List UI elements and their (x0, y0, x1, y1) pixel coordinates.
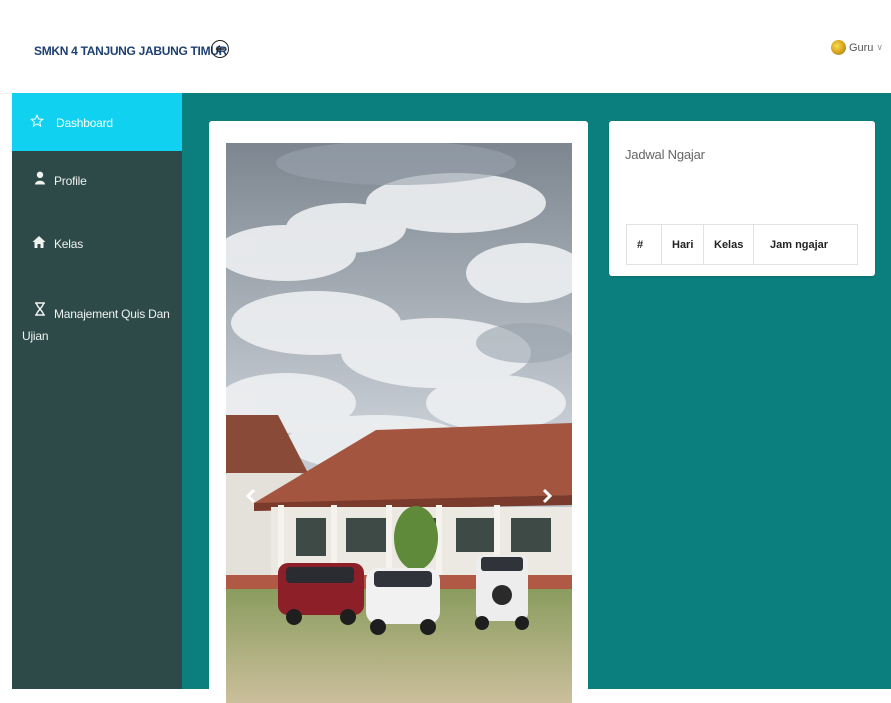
schedule-card: Jadwal Ngajar # Hari Kelas Jam ngajar (609, 121, 875, 276)
schedule-table: # Hari Kelas Jam ngajar (626, 224, 858, 265)
sidebar-item-label: Kelas (54, 237, 84, 251)
user-name: Guru (848, 41, 874, 54)
user-avatar (830, 40, 846, 55)
carousel-prev-button[interactable] (241, 484, 261, 508)
carousel-next-button[interactable] (537, 484, 557, 508)
chevron-right-icon (542, 488, 552, 504)
user-icon (33, 171, 47, 185)
school-carousel[interactable] (226, 143, 572, 703)
sidebar-item-kelas[interactable]: Kelas (12, 213, 182, 278)
sidebar-item-manajement-quis-dan-ujian[interactable]: Manajement Quis Dan Ujian (12, 278, 182, 348)
table-header-row: # Hari Kelas Jam ngajar (626, 224, 858, 265)
brand-title[interactable]: SMKN 4 TANJUNG JABUNG TIMUR (34, 44, 227, 58)
back-button[interactable] (211, 40, 229, 58)
star-icon (30, 114, 44, 128)
sidebar-item-label: Profile (54, 174, 87, 188)
user-menu[interactable]: Guru ∨ (830, 40, 883, 55)
column-header-number[interactable]: # (626, 224, 662, 265)
sidebar-item-profile[interactable]: Profile (12, 151, 182, 213)
home-icon (32, 235, 46, 249)
arrow-left-circle-icon (215, 45, 225, 53)
school-building-photo (226, 143, 572, 703)
top-navbar: SMKN 4 TANJUNG JABUNG TIMUR Guru ∨ (0, 0, 891, 94)
chevron-left-icon (246, 488, 256, 504)
photo-card (209, 121, 588, 703)
sidebar: Dashboard Profile Kelas Manajement Quis … (12, 93, 182, 689)
schedule-title: Jadwal Ngajar (625, 147, 705, 162)
sidebar-item-label: Manajement Quis Dan Ujian (22, 307, 170, 343)
column-header-jam-ngajar[interactable]: Jam ngajar (753, 224, 858, 265)
sidebar-item-label: Dashboard (56, 116, 113, 130)
main-content: Jadwal Ngajar # Hari Kelas Jam ngajar (182, 93, 891, 703)
column-header-kelas[interactable]: Kelas (703, 224, 754, 265)
chevron-down-icon: ∨ (876, 42, 883, 52)
sidebar-item-dashboard[interactable]: Dashboard (12, 93, 182, 151)
column-header-hari[interactable]: Hari (661, 224, 704, 265)
